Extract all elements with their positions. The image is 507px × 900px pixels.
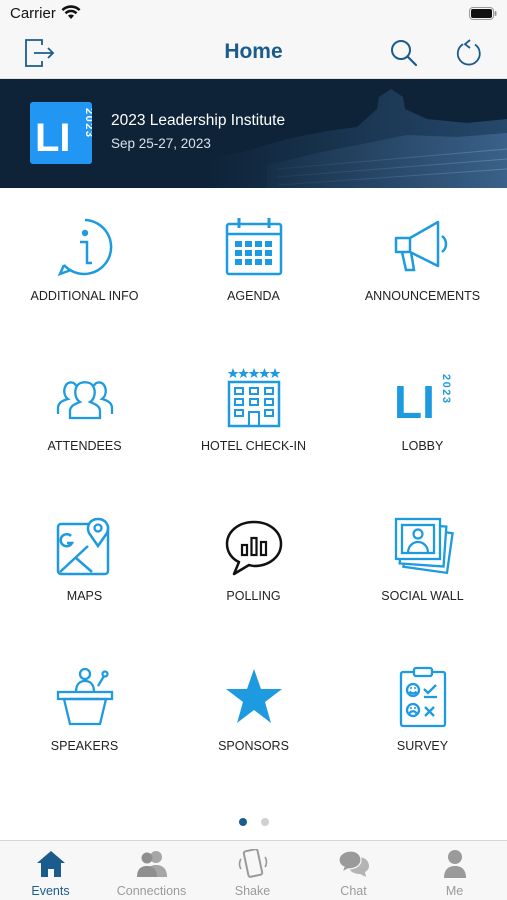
page-indicator[interactable] [0,818,507,826]
event-logo-year: 2023 [83,108,92,138]
shake-phone-icon [238,849,268,878]
podium-icon [56,667,114,726]
tile-label: POLLING [226,589,281,603]
person-icon [444,850,466,878]
tab-events[interactable]: Events [0,841,101,900]
tile-announcements[interactable]: ANNOUNCEMENTS [338,188,507,338]
chat-icon [338,850,369,877]
page-dot-1[interactable] [238,818,247,826]
tile-label: AGENDA [227,289,280,303]
tab-label: Shake [234,884,271,898]
star-icon [226,669,282,723]
carrier-label: Carrier [10,5,56,22]
event-logo-letters: LI [35,116,71,160]
tile-agenda[interactable]: AGENDA [169,188,338,338]
hotel-icon [227,368,281,428]
tab-bar: Events Connections Shake Chat Me [0,840,507,900]
search-button[interactable] [387,36,421,70]
event-dates: Sep 25-27, 2023 [111,136,211,151]
tile-lobby[interactable]: LI 2023 LOBBY [338,338,507,488]
navigation-bar: Home [0,28,507,79]
tab-me[interactable]: Me [404,841,505,900]
tile-label: SPEAKERS [50,739,119,753]
map-icon [56,517,110,576]
event-banner[interactable]: LI 2023 2023 Leadership Institute Sep 25… [0,79,507,188]
tile-survey[interactable]: SURVEY [338,638,507,788]
tab-chat[interactable]: Chat [303,841,404,900]
poll-chat-icon [225,520,283,576]
tile-label: HOTEL CHECK-IN [200,439,307,453]
page-dot-2[interactable] [260,818,269,826]
tab-shake[interactable]: Shake [202,841,303,900]
tile-maps[interactable]: MAPS [0,488,169,638]
people-icon [56,381,114,420]
page-title: Home [224,40,283,63]
tab-label: Events [31,884,70,898]
tile-label: ATTENDEES [47,439,122,453]
li-logo-icon: LI 2023 [394,374,452,428]
tile-speakers[interactable]: SPEAKERS [0,638,169,788]
info-icon [57,218,113,277]
tile-sponsors[interactable]: SPONSORS [169,638,338,788]
status-bar: Carrier [0,0,507,28]
tile-label: SPONSORS [218,739,289,753]
battery-icon [469,7,497,20]
lobby-logo-letters: LI [394,376,435,428]
event-name: 2023 Leadership Institute [111,112,286,129]
tab-connections[interactable]: Connections [101,841,202,900]
tile-label: ADDITIONAL INFO [30,289,139,303]
tile-label: SURVEY [396,739,449,753]
tile-polling[interactable]: POLLING [169,488,338,638]
photos-icon [394,517,454,575]
building-silhouette-image [207,79,507,188]
tile-label: ANNOUNCEMENTS [364,289,481,303]
tile-attendees[interactable]: ATTENDEES [0,338,169,488]
wifi-icon [61,5,81,19]
home-icon [37,851,65,877]
refresh-icon [456,39,481,66]
tab-label: Chat [340,884,367,898]
connections-icon [137,851,167,877]
event-logo: LI 2023 [30,102,92,164]
survey-icon [399,666,447,728]
tile-label: SOCIAL WALL [381,589,464,603]
tab-label: Connections [116,884,187,898]
tab-label: Me [445,884,464,898]
megaphone-icon [394,220,448,272]
calendar-icon [225,218,283,276]
tile-additional-info[interactable]: ADDITIONAL INFO [0,188,169,338]
refresh-button[interactable] [452,36,486,70]
tile-hotel-check-in[interactable]: HOTEL CHECK-IN [169,338,338,488]
tile-label: MAPS [66,589,103,603]
lobby-logo-year: 2023 [440,374,452,404]
tile-label: LOBBY [401,439,444,453]
tile-social-wall[interactable]: SOCIAL WALL [338,488,507,638]
search-icon [391,40,418,67]
